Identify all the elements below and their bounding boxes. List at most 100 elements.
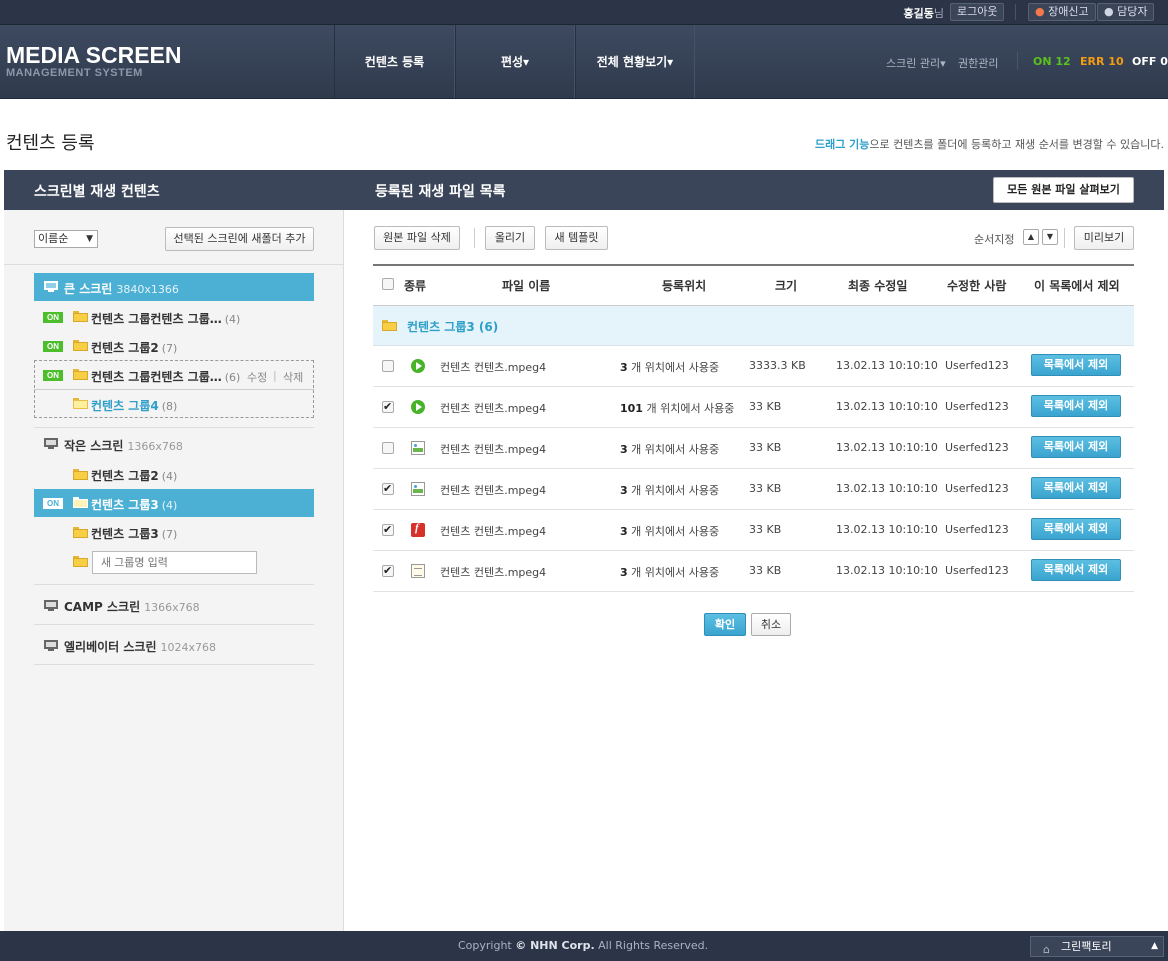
file-name: 컨텐츠 컨텐츠.mpeg4 (440, 402, 547, 415)
home-icon: ⌂ (1043, 943, 1050, 956)
folder-row-label: 컨텐츠 그룹3 (6) (407, 320, 499, 334)
tree-group[interactable]: 컨텐츠 그룹컨텐츠 그룹… (4) (91, 310, 240, 327)
file-location: 3 개 위치에서 사용중 (620, 525, 720, 538)
family-site-select[interactable]: ⌂ 그린팩토리 ▲ (1030, 936, 1164, 957)
folder-icon (73, 398, 88, 409)
group-delete-link[interactable]: 삭제 (283, 369, 303, 385)
on-badge: ON (43, 341, 63, 352)
siren-icon: ● (1035, 5, 1045, 18)
file-date: 13.02.13 10:10:10 (836, 400, 938, 413)
divider (34, 584, 314, 585)
tree-group[interactable]: 컨텐츠 그룹3 (7) (91, 525, 177, 542)
row-checkbox[interactable] (382, 400, 394, 413)
divider (1017, 52, 1018, 70)
row-checkbox[interactable] (382, 564, 394, 577)
sort-select[interactable]: 이름순 ▼ (34, 230, 98, 248)
tree-screen-label: 큰 스크린 3840x1366 (64, 282, 179, 296)
preview-button[interactable]: 미리보기 (1074, 226, 1134, 250)
folder-icon (73, 497, 88, 508)
file-user: Userfed123 (945, 482, 1009, 495)
folder-icon (73, 469, 88, 480)
status-on: ON 12 (1033, 55, 1071, 68)
monitor-icon (44, 640, 58, 651)
video-icon (411, 400, 425, 414)
move-down-button[interactable]: ▼ (1042, 229, 1058, 245)
tree-group[interactable]: 컨텐츠 그룹2 (4) (91, 467, 177, 484)
file-location: 3 개 위치에서 사용중 (620, 361, 720, 374)
panel-header (4, 170, 1164, 210)
tree-screen-label[interactable]: CAMP 스크린 1366x768 (64, 598, 200, 615)
tree-screen-label[interactable]: 작은 스크린 1366x768 (64, 437, 183, 454)
nav-overview[interactable]: 전체 현황보기▾ (575, 25, 695, 98)
group-edit-link[interactable]: 수정 (247, 369, 267, 385)
file-user: Userfed123 (945, 359, 1009, 372)
add-folder-button[interactable]: 선택된 스크린에 새폴더 추가 (165, 227, 314, 251)
exclude-button[interactable]: 목록에서 제외 (1031, 436, 1121, 458)
file-name: 컨텐츠 컨텐츠.mpeg4 (440, 525, 547, 538)
file-date: 13.02.13 10:10:10 (836, 441, 938, 454)
right-panel-title: 등록된 재생 파일 목록 (375, 184, 506, 200)
exclude-button[interactable]: 목록에서 제외 (1031, 477, 1121, 499)
flash-icon (411, 522, 425, 537)
col-size: 크기 (775, 279, 798, 293)
divider (34, 624, 314, 625)
upload-button[interactable]: 올리기 (485, 226, 535, 250)
row-checkbox[interactable] (382, 360, 394, 372)
row-checkbox[interactable] (382, 442, 394, 454)
tree-group[interactable]: 컨텐츠 그룹컨텐츠 그룹… (6) (91, 368, 240, 385)
file-size: 33 KB (749, 441, 782, 454)
select-all-checkbox[interactable] (382, 278, 394, 290)
user-name: 홍길동님 (903, 7, 945, 20)
file-user: Userfed123 (945, 441, 1009, 454)
col-modified-by: 수정한 사람 (947, 279, 1007, 293)
report-button[interactable]: ● 장애신고 (1028, 3, 1096, 21)
logo-sub: MANAGEMENT SYSTEM (6, 67, 143, 79)
col-type: 종류 (404, 279, 427, 293)
tree-group-label: 컨텐츠 그룹3 (4) (91, 498, 178, 512)
nav-screen-mgmt[interactable]: 스크린 관리▾ (886, 55, 946, 71)
view-all-originals-button[interactable]: 모든 원본 파일 살펴보기 (993, 177, 1134, 203)
row-checkbox[interactable] (382, 523, 394, 536)
manager-button[interactable]: ● 담당자 (1097, 3, 1155, 21)
new-template-button[interactable]: 새 템플릿 (545, 226, 608, 250)
new-group-name-input[interactable] (92, 551, 257, 574)
left-panel-title: 스크린별 재생 컨텐츠 (34, 184, 160, 200)
file-date: 13.02.13 10:10:10 (836, 359, 938, 372)
file-location: 3 개 위치에서 사용중 (620, 566, 720, 579)
divider (1015, 4, 1016, 20)
tree-group[interactable]: 컨텐츠 그룹2 (7) (91, 339, 177, 356)
status-off: OFF 0 (1132, 55, 1168, 68)
file-size: 33 KB (749, 564, 782, 577)
chevron-up-icon: ▲ (1151, 941, 1158, 951)
order-label: 순서지정 (974, 233, 1015, 246)
confirm-button[interactable]: 확인 (704, 613, 746, 636)
nav-schedule[interactable]: 편성▾ (455, 25, 575, 98)
file-size: 33 KB (749, 523, 782, 536)
on-badge: ON (43, 370, 63, 381)
col-modified-date: 최종 수정일 (848, 279, 908, 293)
file-size: 33 KB (749, 482, 782, 495)
tree-screen-label[interactable]: 엘리베이터 스크린 1024x768 (64, 638, 216, 655)
row-checkbox[interactable] (382, 482, 394, 495)
nav-content-register[interactable]: 컨텐츠 등록 (334, 25, 455, 98)
move-up-button[interactable]: ▲ (1023, 229, 1039, 245)
on-badge: ON (43, 498, 63, 509)
file-date: 13.02.13 10:10:10 (836, 564, 938, 577)
delete-original-button[interactable]: 원본 파일 삭제 (374, 226, 460, 250)
exclude-button[interactable]: 목록에서 제외 (1031, 559, 1121, 581)
nav-permission[interactable]: 권한관리 (958, 55, 998, 71)
folder-icon (73, 527, 88, 538)
person-icon: ● (1104, 5, 1114, 18)
exclude-button[interactable]: 목록에서 제외 (1031, 354, 1121, 376)
tree-group-dragging[interactable]: 컨텐츠 그룹4 (8) (91, 397, 177, 414)
folder-icon (73, 369, 88, 380)
file-size: 3333.3 KB (749, 359, 806, 372)
status-err: ERR 10 (1080, 55, 1124, 68)
cancel-button[interactable]: 취소 (751, 613, 791, 636)
file-location: 3 개 위치에서 사용중 (620, 484, 720, 497)
logout-button[interactable]: 로그아웃 (950, 3, 1005, 21)
exclude-button[interactable]: 목록에서 제외 (1031, 395, 1121, 417)
file-user: Userfed123 (945, 400, 1009, 413)
exclude-button[interactable]: 목록에서 제외 (1031, 518, 1121, 540)
page-description: 드래그 기능으로 컨텐츠를 폴더에 등록하고 재생 순서를 변경할 수 있습니다… (814, 138, 1164, 151)
